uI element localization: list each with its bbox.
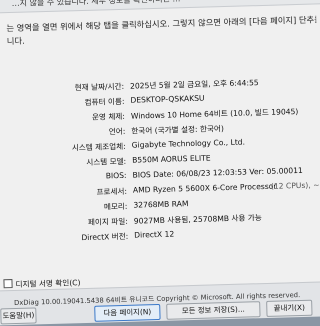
info-value: Gigabyte Technology Co., Ltd. [131, 137, 246, 150]
info-value: B550M AORUS ELITE [132, 153, 211, 165]
next-page-button[interactable]: 다음 페이지(N) [94, 303, 161, 322]
info-label: DirectX 버전: [81, 231, 129, 243]
info-label: 시스템 모델: [86, 156, 127, 167]
info-value: 9027MB 사용됨, 25708MB 사용 가능 [133, 213, 262, 226]
info-value-cpu-count: (12 CPUs), ~3.7GHz [270, 179, 320, 191]
info-label: 현재 날짜/시간: [74, 81, 125, 93]
info-value: DESKTOP-QSKAKSU [130, 93, 205, 105]
info-value: DirectX 12 [134, 229, 175, 240]
checkbox-box[interactable] [3, 279, 13, 289]
info-value: 2025년 5월 2일 금요일, 오후 6:44:55 [129, 78, 259, 91]
info-value: 한국어 (국가별 설정: 한국어) [131, 124, 224, 136]
info-value: 32768MB RAM [133, 199, 189, 210]
info-label: 컴퓨터 이름: [84, 96, 125, 107]
info-label: BIOS: [105, 170, 127, 181]
checkbox-label: 디지털 서명 확인(C) [15, 278, 81, 289]
help-button[interactable]: 도움말(H) [0, 307, 37, 325]
info-label: 시스템 제조업체: [71, 141, 126, 153]
dxdiag-window: …지 않을 수 있습니다. 세부 정보를 확인하려면 … 는 영역을 열면 위에… [0, 0, 320, 326]
info-label: 언어: [108, 126, 126, 137]
exit-button[interactable]: 끝내기(X) [266, 299, 313, 317]
top-strip-text: …지 않을 수 있습니다. 세부 정보를 확인하려면 … [11, 0, 181, 8]
info-label: 운영 체제: [91, 111, 126, 122]
instructions-text: 는 영역을 열면 위에서 해당 탭을 클릭하십시오. 그렇지 않으면 아래의 [… [6, 13, 317, 48]
info-label: 메모리: [103, 201, 128, 212]
title-strip: …지 않을 수 있습니다. 세부 정보를 확인하려면 … [0, 0, 320, 14]
save-all-info-button[interactable]: 모든 정보 저장(S)... [166, 301, 261, 320]
info-label: 페이지 파일: [87, 216, 128, 227]
system-info-section: 현재 날짜/시간: 2025년 5월 2일 금요일, 오후 6:44:55 컴퓨… [0, 75, 320, 242]
info-label: 프로세서: [96, 186, 128, 197]
